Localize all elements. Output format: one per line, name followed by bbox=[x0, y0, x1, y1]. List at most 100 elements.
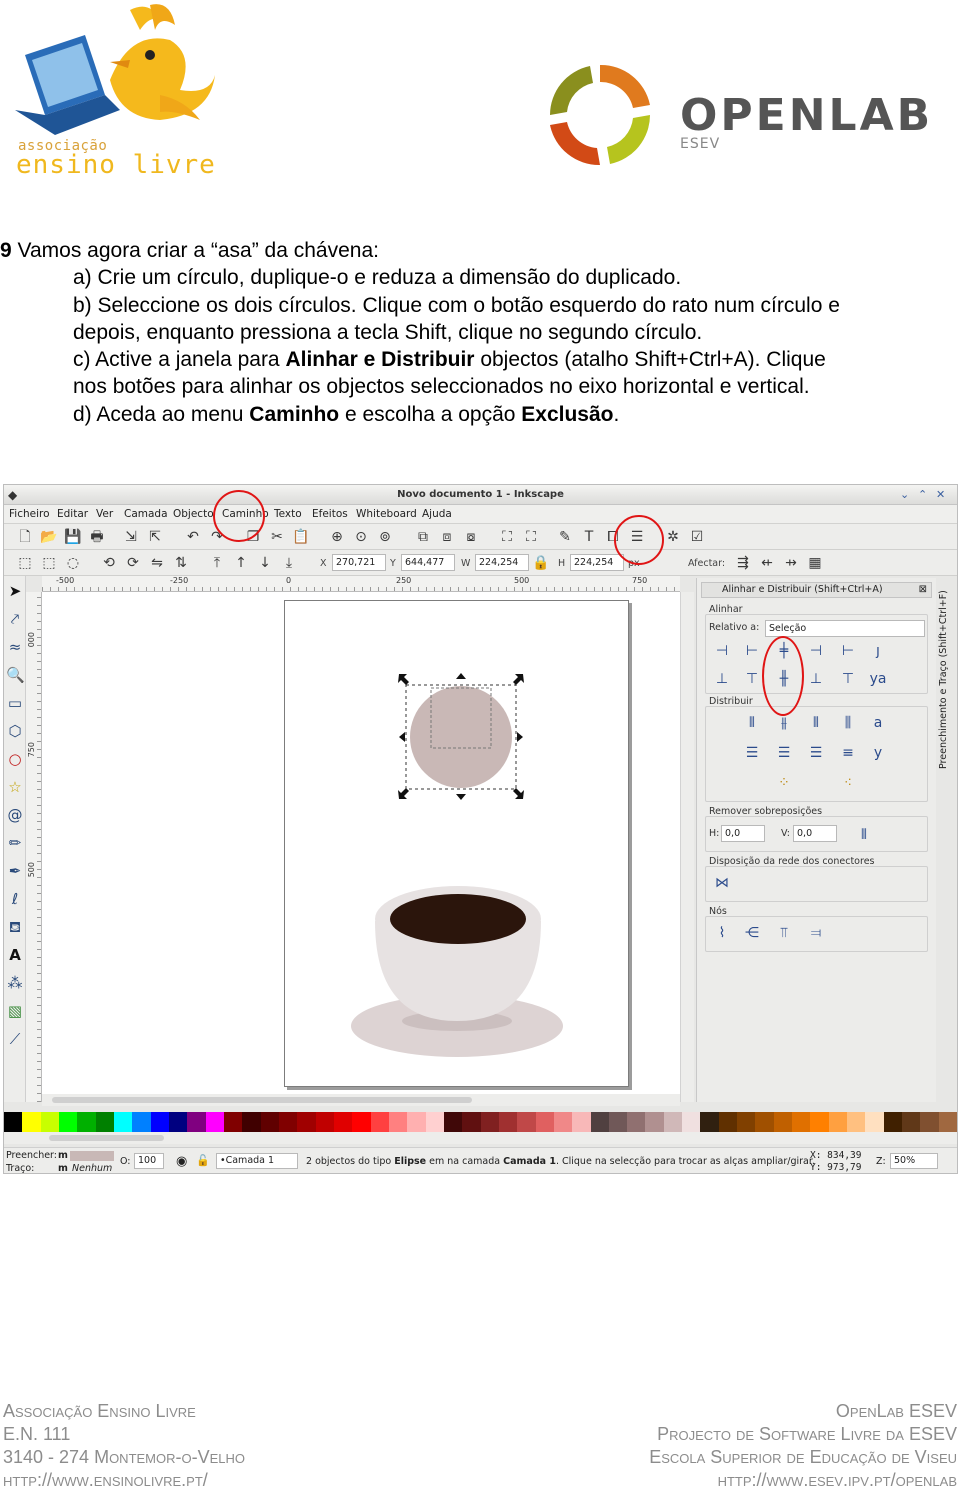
palette-scrollbar[interactable] bbox=[4, 1132, 957, 1144]
palette-swatch[interactable] bbox=[333, 1112, 353, 1132]
new-document-icon[interactable]: 🗋 bbox=[16, 528, 34, 546]
clone-icon[interactable]: ⧈ bbox=[438, 528, 456, 546]
align-top-edge-icon[interactable]: ⊤ bbox=[837, 668, 859, 690]
minimize-icon[interactable]: ⌄ bbox=[900, 488, 909, 501]
menu-camada[interactable]: Camada bbox=[124, 508, 168, 520]
palette-swatch[interactable] bbox=[627, 1112, 646, 1132]
menu-efeitos[interactable]: Efeitos bbox=[312, 508, 348, 520]
palette-swatch[interactable] bbox=[480, 1112, 499, 1132]
palette-swatch[interactable] bbox=[920, 1112, 939, 1132]
v-gap-field[interactable]: 0,0 bbox=[793, 825, 837, 842]
palette-swatch[interactable] bbox=[718, 1112, 738, 1132]
selector-tool-icon[interactable]: ➤ bbox=[6, 580, 24, 602]
undo-icon[interactable]: ↶ bbox=[184, 528, 202, 546]
palette-swatch[interactable] bbox=[498, 1112, 518, 1132]
paint-bucket-tool-icon[interactable]: ⛾ bbox=[6, 916, 24, 938]
palette-swatch[interactable] bbox=[847, 1112, 866, 1132]
menu-ficheiro[interactable]: Ficheiro bbox=[9, 508, 50, 520]
cut-icon[interactable]: ✂ bbox=[268, 528, 286, 546]
lower-to-bottom-icon[interactable]: ⤓ bbox=[280, 554, 298, 572]
affect-gradient-icon[interactable]: ⇸ bbox=[782, 554, 800, 572]
rectangle-tool-icon[interactable]: ▭ bbox=[6, 692, 24, 714]
distribute-nodes-icon[interactable]: ⋲ bbox=[741, 922, 763, 944]
align-bottom-icon[interactable]: ⊥ bbox=[805, 668, 827, 690]
affect-pattern-icon[interactable]: ▦ bbox=[806, 554, 824, 572]
opacity-field[interactable]: 100 bbox=[134, 1153, 164, 1169]
align-left-icon[interactable]: ⊢ bbox=[741, 640, 763, 662]
rotate-cw-icon[interactable]: ⟳ bbox=[124, 554, 142, 572]
document-properties-icon[interactable]: ☑ bbox=[688, 528, 706, 546]
palette-swatch[interactable] bbox=[40, 1112, 59, 1132]
palette-swatch[interactable] bbox=[682, 1112, 701, 1132]
scroll-thumb[interactable] bbox=[52, 1097, 472, 1103]
distribute-gaps-v-icon[interactable]: ≡ bbox=[837, 742, 859, 764]
palette-swatch[interactable] bbox=[517, 1112, 536, 1132]
palette-swatch[interactable] bbox=[77, 1112, 96, 1132]
star-tool-icon[interactable]: ☆ bbox=[6, 776, 24, 798]
distribute-left-icon[interactable]: ⫴ bbox=[741, 712, 763, 734]
menu-texto[interactable]: Texto bbox=[274, 508, 302, 520]
palette-swatch[interactable] bbox=[443, 1112, 463, 1132]
duplicate-icon[interactable]: ⧉ bbox=[414, 528, 432, 546]
lock-icon[interactable]: 🔒 bbox=[532, 554, 550, 572]
lower-icon[interactable]: ↓ bbox=[256, 554, 274, 572]
y-field[interactable]: 644,477 bbox=[401, 554, 455, 571]
palette-swatch[interactable] bbox=[572, 1112, 591, 1132]
close-icon[interactable]: ✕ bbox=[936, 488, 945, 501]
palette-swatch[interactable] bbox=[315, 1112, 334, 1132]
palette-swatch[interactable] bbox=[792, 1112, 811, 1132]
palette-swatch[interactable] bbox=[828, 1112, 848, 1132]
align-bottom-edge-icon[interactable]: ⊥ bbox=[711, 668, 733, 690]
footer-lab-link[interactable]: http://www.esev.ipv.pt/openlab bbox=[649, 1469, 957, 1492]
relative-to-select[interactable]: Seleção bbox=[765, 620, 925, 637]
layer-lock-icon[interactable]: 🔓 bbox=[196, 1154, 210, 1167]
palette-swatch[interactable] bbox=[700, 1112, 719, 1132]
paste-icon[interactable]: 📋 bbox=[292, 528, 310, 546]
palette-swatch[interactable] bbox=[883, 1112, 903, 1132]
distribute-top-icon[interactable]: ☰ bbox=[741, 742, 763, 764]
spiral-tool-icon[interactable]: @ bbox=[6, 804, 24, 826]
visibility-eye-icon[interactable]: ◉ bbox=[176, 1154, 187, 1169]
randomize-icon[interactable]: ⁘ bbox=[773, 772, 795, 794]
affect-corners-icon[interactable]: ⇷ bbox=[758, 554, 776, 572]
pen-tool-icon[interactable]: ✒ bbox=[6, 860, 24, 882]
distribute-baseline-h-icon[interactable]: a bbox=[867, 712, 889, 734]
palette-swatch[interactable] bbox=[58, 1112, 78, 1132]
ellipse-tool-icon[interactable]: ○ bbox=[6, 748, 24, 770]
palette-swatch[interactable] bbox=[865, 1112, 884, 1132]
palette-swatch[interactable] bbox=[22, 1112, 41, 1132]
node-tool-icon[interactable]: ⤤ bbox=[6, 608, 24, 630]
arrange-connectors-icon[interactable]: ⋈ bbox=[711, 872, 733, 894]
zoom-page-icon[interactable]: ⊚ bbox=[376, 528, 394, 546]
group-icon[interactable]: ⛶ bbox=[498, 528, 516, 546]
raise-to-top-icon[interactable]: ⤒ bbox=[208, 554, 226, 572]
distribute-baseline-v-icon[interactable]: y bbox=[867, 742, 889, 764]
distribute-bottom-icon[interactable]: ☰ bbox=[805, 742, 827, 764]
menu-ajuda[interactable]: Ajuda bbox=[422, 508, 452, 520]
align-top-icon[interactable]: ⊤ bbox=[741, 668, 763, 690]
align-left-edge-icon[interactable]: ⊢ bbox=[837, 640, 859, 662]
fill-swatch[interactable] bbox=[70, 1151, 114, 1161]
print-icon[interactable]: 🖶 bbox=[88, 528, 106, 546]
zoom-selection-icon[interactable]: ⊕ bbox=[328, 528, 346, 546]
palette-swatch[interactable] bbox=[663, 1112, 683, 1132]
align-right-edge-icon[interactable]: ⊣ bbox=[711, 640, 733, 662]
palette-swatch[interactable] bbox=[187, 1112, 206, 1132]
h-gap-field[interactable]: 0,0 bbox=[721, 825, 765, 842]
palette-swatch[interactable] bbox=[407, 1112, 426, 1132]
preferences-icon[interactable]: ✲ bbox=[664, 528, 682, 546]
export-icon[interactable]: ⇱ bbox=[146, 528, 164, 546]
layer-select[interactable]: •Camada 1 bbox=[216, 1153, 298, 1169]
palette-swatch[interactable] bbox=[388, 1112, 408, 1132]
rotate-ccw-icon[interactable]: ⟲ bbox=[100, 554, 118, 572]
align-right-icon[interactable]: ⊣ bbox=[805, 640, 827, 662]
palette-swatch[interactable] bbox=[278, 1112, 298, 1132]
palette-swatch[interactable] bbox=[4, 1112, 23, 1132]
gradient-tool-icon[interactable]: ▧ bbox=[6, 1000, 24, 1022]
distribute-gaps-h-icon[interactable]: ⫼ bbox=[837, 712, 859, 734]
menu-objecto[interactable]: Objecto bbox=[173, 508, 214, 520]
palette-swatch[interactable] bbox=[352, 1112, 371, 1132]
palette-swatch[interactable] bbox=[590, 1112, 609, 1132]
palette-swatch[interactable] bbox=[242, 1112, 261, 1132]
align-baseline-icon[interactable]: ȷ bbox=[867, 640, 889, 662]
